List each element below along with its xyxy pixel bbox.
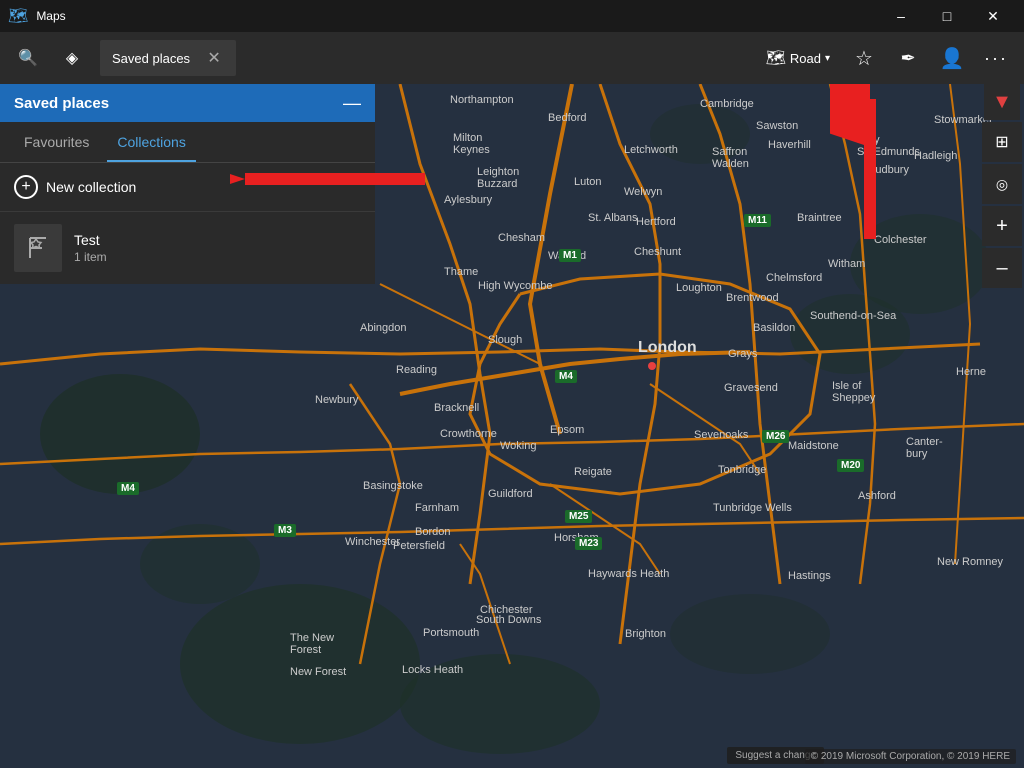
new-collection-label: New collection xyxy=(46,179,136,195)
tab-favourites[interactable]: Favourites xyxy=(14,122,99,162)
road-mode-button[interactable]: 🗺 Road ▾ xyxy=(756,40,840,76)
titlebar-left: 🗺 Maps xyxy=(8,6,66,26)
minimize-button[interactable]: – xyxy=(878,0,924,32)
road-chevron: ▾ xyxy=(825,53,830,64)
saved-places-trigger[interactable]: Saved places ✕ xyxy=(100,40,236,76)
new-collection-button[interactable]: + New collection xyxy=(0,163,375,212)
search-button[interactable]: 🔍 xyxy=(8,38,48,78)
titlebar: 🗺 Maps – □ ✕ xyxy=(0,0,1024,32)
saved-places-close[interactable]: ✕ xyxy=(204,48,224,68)
collection-test-item[interactable]: Test 1 item xyxy=(0,212,375,284)
grid-button[interactable]: ⊞ xyxy=(982,122,1022,162)
collection-name: Test xyxy=(74,232,361,248)
close-button[interactable]: ✕ xyxy=(970,0,1016,32)
directions-button[interactable]: ◈ xyxy=(52,38,92,78)
plus-circle-icon: + xyxy=(14,175,38,199)
tab-collections[interactable]: Collections xyxy=(107,122,195,162)
toolbar-right: 🗺 Road ▾ ☆ ✒ 👤 ··· xyxy=(756,38,1016,78)
maximize-button[interactable]: □ xyxy=(924,0,970,32)
star-list-icon xyxy=(24,234,52,262)
panel-title: Saved places xyxy=(14,95,109,112)
copyright-text: © 2019 Microsoft Corporation, © 2019 HER… xyxy=(805,749,1016,764)
road-label: Road xyxy=(790,51,821,66)
app-icon: 🗺 xyxy=(8,6,28,26)
account-button[interactable]: 👤 xyxy=(932,38,972,78)
zoom-out-button[interactable]: – xyxy=(982,248,1022,288)
zoom-in-button[interactable]: + xyxy=(982,206,1022,246)
collection-info: Test 1 item xyxy=(74,232,361,264)
london-location-dot xyxy=(648,362,656,370)
pen-button[interactable]: ✒ xyxy=(888,38,928,78)
road-icon: 🗺 xyxy=(766,48,786,68)
titlebar-controls: – □ ✕ xyxy=(878,0,1016,32)
app-title: Maps xyxy=(36,9,65,23)
more-button[interactable]: ··· xyxy=(976,38,1016,78)
panel-header: Saved places — xyxy=(0,84,375,122)
collection-icon xyxy=(14,224,62,272)
side-panel: Saved places — Favourites Collections + … xyxy=(0,84,375,284)
panel-tabs: Favourites Collections xyxy=(0,122,375,163)
favorites-button[interactable]: ☆ xyxy=(844,38,884,78)
toolbar: 🔍 ◈ Saved places ✕ 🗺 Road ▾ ☆ ✒ 👤 ··· xyxy=(0,32,1024,84)
right-controls: ▼ ⊞ ◎ + – xyxy=(980,84,1024,290)
compass-button[interactable]: ▼ xyxy=(984,84,1020,120)
collection-count: 1 item xyxy=(74,250,361,264)
panel-minimize-button[interactable]: — xyxy=(343,94,361,112)
saved-places-label: Saved places xyxy=(112,51,190,66)
location-button[interactable]: ◎ xyxy=(982,164,1022,204)
